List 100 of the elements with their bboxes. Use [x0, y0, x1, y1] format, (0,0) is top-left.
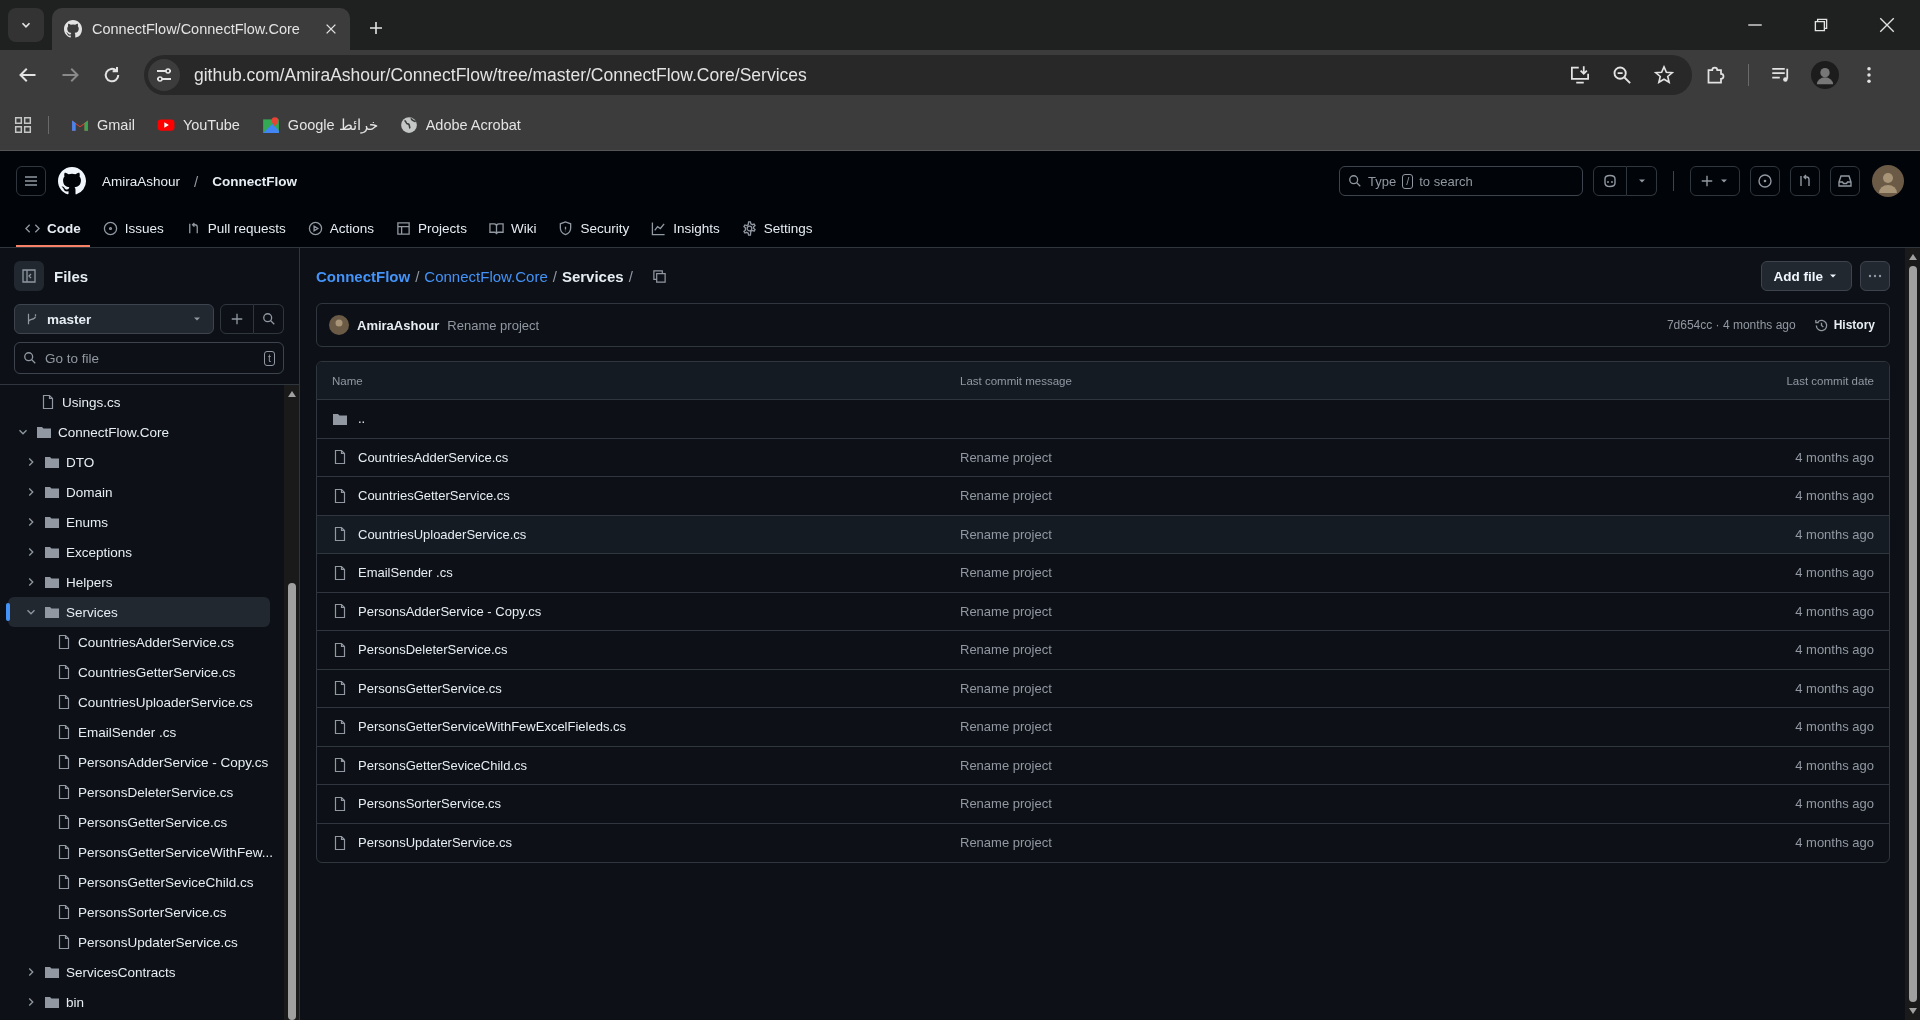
commit-author-link[interactable]: AmiraAshour	[357, 317, 440, 333]
file-link[interactable]: PersonsUpdaterService.cs	[358, 835, 512, 851]
commit-message-link[interactable]: Rename project	[960, 796, 1360, 812]
close-icon[interactable]	[324, 22, 338, 36]
file-link[interactable]: PersonsGetterServiceWithFewExcelFieleds.cs	[358, 719, 627, 735]
branch-selector[interactable]: master	[14, 304, 214, 334]
apps-grid-icon[interactable]	[14, 116, 32, 134]
tree-file-item[interactable]: PersonsUpdaterService.cs	[8, 927, 270, 957]
file-link[interactable]: PersonsAdderService - Copy.cs	[358, 603, 542, 619]
tree-folder-item[interactable]: Domain	[8, 477, 270, 507]
commit-message-link[interactable]: Rename project	[960, 603, 1360, 619]
repo-nav-tab[interactable]: Pull requests	[176, 211, 295, 247]
inbox-button[interactable]	[1830, 166, 1860, 196]
tree-folder-item[interactable]: ConnectFlow.Core	[8, 417, 270, 447]
repo-nav-tab[interactable]: Actions	[298, 211, 384, 247]
table-row[interactable]: CountriesAdderService.cs Rename project 4 months ago	[317, 438, 1889, 477]
owner-link[interactable]: AmiraAshour	[102, 173, 181, 189]
add-file-button[interactable]: Add file	[1760, 261, 1852, 291]
tree-file-item[interactable]: Usings.cs	[8, 387, 270, 417]
commit-sha-time[interactable]: 7d654cc · 4 months ago	[1666, 318, 1796, 332]
table-row[interactable]: PersonsDeleterService.cs Rename project 4 months ago	[317, 631, 1889, 670]
tree-file-item[interactable]: PersonsGetterSeviceChild.cs	[8, 867, 270, 897]
file-link[interactable]: CountriesUploaderService.cs	[358, 526, 527, 542]
tree-folder-item[interactable]: Enums	[8, 507, 270, 537]
restore-icon[interactable]	[1812, 16, 1830, 34]
pull-requests-button[interactable]	[1790, 166, 1820, 196]
site-settings-icon[interactable]	[148, 59, 180, 91]
tree-folder-item[interactable]: Exceptions	[8, 537, 270, 567]
repo-nav-tab[interactable]: Wiki	[479, 211, 546, 247]
scroll-up-arrow-icon[interactable]	[286, 390, 297, 398]
tree-file-item[interactable]: CountriesUploaderService.cs	[8, 687, 270, 717]
commit-message-link[interactable]: Rename project	[960, 449, 1360, 465]
bookmark[interactable]: YouTube	[150, 112, 246, 138]
file-link[interactable]: PersonsGetterSeviceChild.cs	[358, 757, 528, 773]
issues-button[interactable]	[1750, 166, 1780, 196]
tree-folder-item[interactable]: bin	[8, 987, 270, 1017]
bookmark[interactable]: Adobe Acrobat	[393, 112, 527, 138]
tree-folder-item[interactable]: Services	[8, 597, 270, 627]
tree-file-item[interactable]: PersonsAdderService - Copy.cs	[8, 747, 270, 777]
commit-message-link[interactable]: Rename project	[960, 565, 1360, 581]
collapse-sidebar-button[interactable]	[14, 261, 44, 291]
table-row[interactable]: EmailSender .cs Rename project 4 months ago	[317, 554, 1889, 593]
scroll-up-arrow-icon[interactable]	[1907, 253, 1918, 261]
commit-message-link[interactable]: Rename project	[960, 642, 1360, 658]
tree-folder-item[interactable]: Helpers	[8, 567, 270, 597]
tree-file-item[interactable]: PersonsGetterServiceWithFew...	[8, 837, 270, 867]
search-files-button[interactable]	[254, 304, 284, 334]
file-link[interactable]: CountriesGetterService.cs	[358, 488, 510, 504]
file-link[interactable]: PersonsDeleterService.cs	[358, 642, 508, 658]
table-row[interactable]: PersonsSorterService.cs Rename project 4 months ago	[317, 785, 1889, 824]
history-link[interactable]: History	[1813, 317, 1875, 333]
file-link[interactable]: PersonsGetterService.cs	[358, 680, 502, 696]
github-logo-icon[interactable]	[58, 167, 86, 195]
browser-tab[interactable]: ConnectFlow/ConnectFlow.Core	[52, 8, 350, 50]
repo-nav-tab[interactable]: Issues	[93, 211, 173, 247]
tree-folder-item[interactable]: DTO	[8, 447, 270, 477]
table-row[interactable]: PersonsGetterServiceWithFewExcelFieleds.cs Rename project 4 months ago	[317, 708, 1889, 747]
commit-message-link[interactable]: Rename project	[960, 757, 1360, 773]
commit-message-link[interactable]: Rename project	[960, 526, 1360, 542]
menu-button[interactable]	[16, 166, 46, 196]
tree-file-item[interactable]: PersonsSorterService.cs	[8, 897, 270, 927]
repo-nav-tab[interactable]: Security	[549, 211, 639, 247]
address-bar[interactable]: github.com/AmiraAshour/ConnectFlow/tree/master/ConnectFlow.Core/Services	[144, 55, 1692, 95]
tree-file-item[interactable]: CountriesGetterService.cs	[8, 657, 270, 687]
table-row[interactable]: PersonsUpdaterService.cs Rename project 4 months ago	[317, 823, 1889, 862]
profile-avatar[interactable]	[1811, 61, 1839, 89]
add-file-icon-button[interactable]	[220, 304, 254, 334]
repo-nav-tab[interactable]: Settings	[732, 211, 822, 247]
commit-message-link[interactable]: Rename project	[960, 835, 1360, 851]
breadcrumb-link[interactable]: ConnectFlow	[316, 267, 411, 285]
go-to-file-box[interactable]: Go to file t	[14, 342, 284, 374]
file-link[interactable]: PersonsSorterService.cs	[358, 796, 502, 812]
scroll-down-arrow-icon[interactable]	[1907, 1007, 1918, 1015]
new-tab-icon[interactable]	[368, 20, 384, 36]
table-row[interactable]: PersonsGetterService.cs Rename project 4 months ago	[317, 669, 1889, 708]
close-window-icon[interactable]	[1878, 16, 1896, 34]
bookmark[interactable]: Google خرائط	[255, 112, 384, 138]
table-row[interactable]: ..	[317, 400, 1889, 439]
copy-icon[interactable]	[651, 268, 667, 284]
page-scrollbar[interactable]	[1905, 248, 1920, 1020]
breadcrumb-link[interactable]: ConnectFlow.Core	[424, 267, 548, 285]
file-link[interactable]: CountriesAdderService.cs	[358, 449, 509, 465]
bookmark[interactable]: Gmail	[65, 112, 141, 138]
tree-file-item[interactable]: PersonsDeleterService.cs	[8, 777, 270, 807]
table-row[interactable]: PersonsAdderService - Copy.cs Rename project 4 months ago	[317, 592, 1889, 631]
tree-folder-item[interactable]: ServicesContracts	[8, 957, 270, 987]
table-row[interactable]: PersonsGetterSeviceChild.cs Rename project 4 months ago	[317, 746, 1889, 785]
go-to-file-field[interactable]: Go to file	[45, 350, 256, 366]
commit-message-link[interactable]: Rename project	[960, 488, 1360, 504]
repo-link[interactable]: ConnectFlow	[212, 173, 297, 189]
table-row[interactable]: CountriesGetterService.cs Rename project 4 months ago	[317, 477, 1889, 516]
tree-file-item[interactable]: CountriesAdderService.cs	[8, 627, 270, 657]
create-new-button[interactable]	[1690, 166, 1740, 196]
tree-file-item[interactable]: PersonsGetterService.cs	[8, 807, 270, 837]
table-row[interactable]: CountriesUploaderService.cs Rename project 4 months ago	[317, 515, 1889, 554]
user-avatar[interactable]	[1872, 165, 1904, 197]
file-link[interactable]: EmailSender .cs	[358, 565, 453, 581]
parent-directory-link[interactable]: ..	[358, 411, 366, 427]
scrollbar[interactable]	[284, 385, 299, 1020]
commit-message-link[interactable]: Rename project	[960, 719, 1360, 735]
